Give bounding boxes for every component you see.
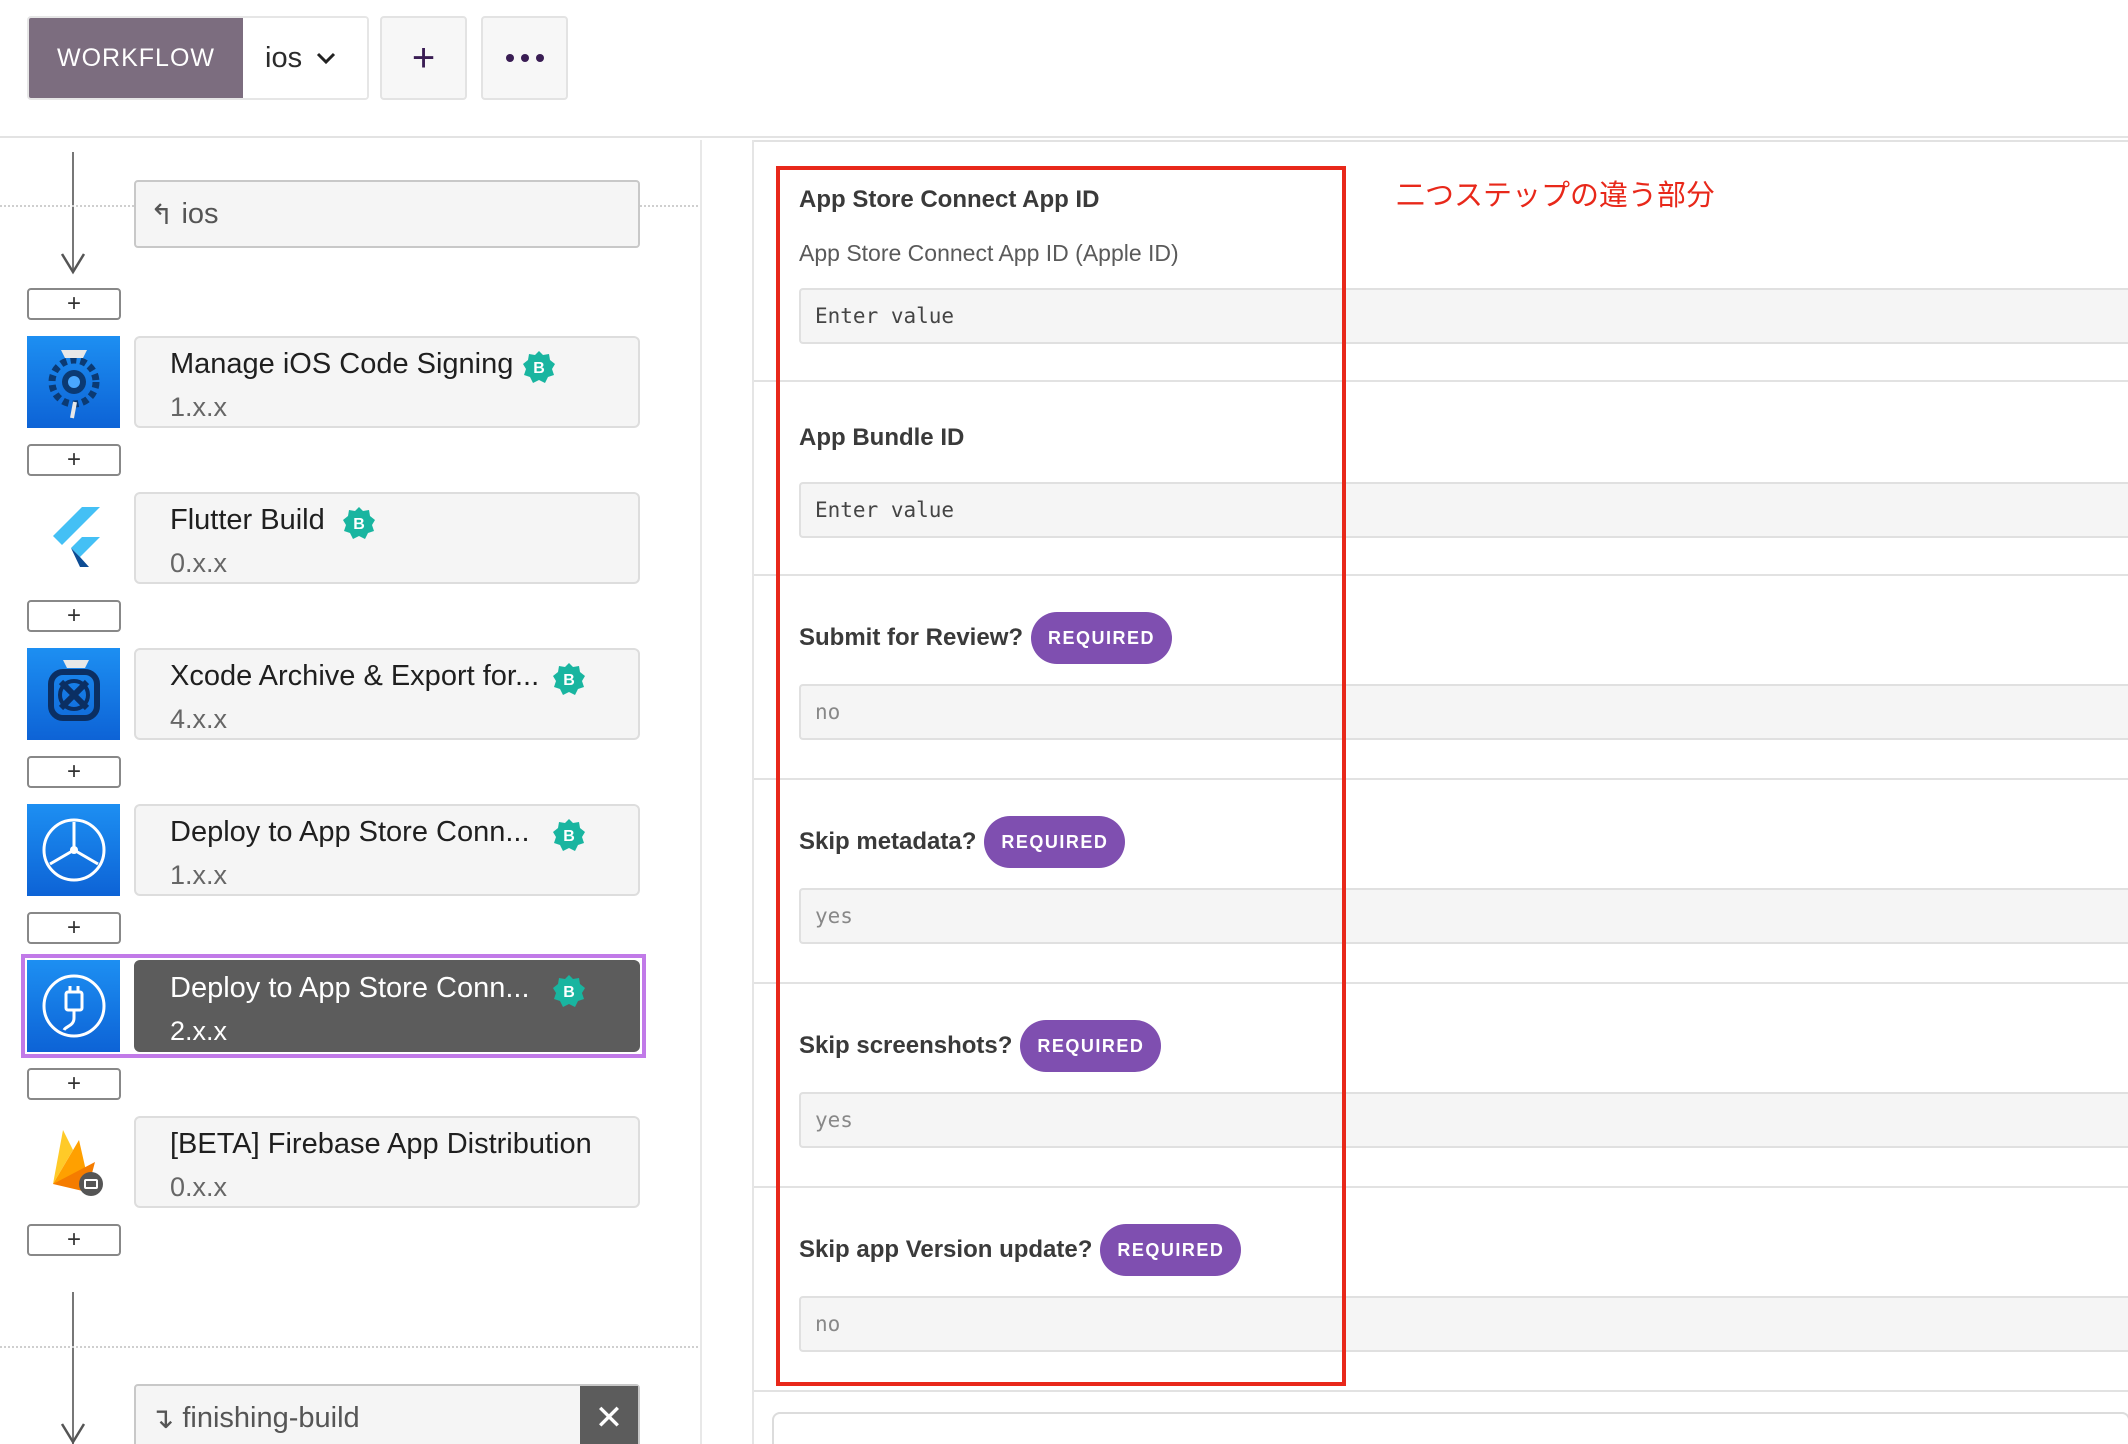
workflow-dropdown-value: ios: [265, 41, 303, 74]
after-workflow-label: ↴ finishing-build: [136, 1401, 580, 1436]
arrow-down-icon: [60, 1423, 86, 1444]
turn-arrow-icon: ↴: [150, 1402, 175, 1435]
annotation-highlight-box: [776, 166, 1346, 1386]
add-workflow-button[interactable]: +: [380, 16, 467, 100]
badge-letter: B: [353, 516, 365, 533]
workflow-dropdown[interactable]: ios: [243, 18, 367, 98]
step-version: 0.x.x: [170, 548, 228, 578]
toolbar: WORKFLOW ios +: [0, 0, 2128, 138]
workflow-step[interactable]: Manage iOS Code Signing B 1.x.x: [27, 336, 640, 428]
more-options-button[interactable]: [481, 16, 568, 100]
arrow-down-icon: [60, 253, 86, 275]
bitrise-verified-icon: B: [553, 663, 585, 695]
step-version: 0.x.x: [170, 1172, 228, 1202]
workflow-label: WORKFLOW: [29, 18, 243, 98]
step-version: 4.x.x: [170, 704, 228, 734]
add-step-button[interactable]: +: [27, 912, 121, 944]
add-step-button[interactable]: +: [27, 1224, 121, 1256]
before-workflow-item[interactable]: ↰ ios: [134, 180, 640, 248]
step-card[interactable]: Deploy to App Store Conn... B 2.x.x: [134, 960, 640, 1052]
step-title: Manage iOS Code Signing: [170, 348, 514, 380]
workflow-step-selected[interactable]: Deploy to App Store Conn... B 2.x.x: [21, 954, 646, 1058]
chevron-down-icon: [317, 52, 336, 65]
step-card[interactable]: Flutter Build B 0.x.x: [134, 492, 640, 584]
workflow-step[interactable]: Flutter Build B 0.x.x: [27, 492, 640, 584]
step-title: Deploy to App Store Conn...: [170, 816, 530, 848]
section-divider: [754, 1390, 2128, 1392]
bitrise-verified-icon: B: [553, 819, 585, 851]
step-title: Flutter Build: [170, 504, 325, 536]
firebase-icon: [27, 1116, 120, 1208]
section-divider: [754, 140, 2128, 142]
app-store-plug-icon: [27, 960, 120, 1052]
annotation-text: 二つステップの違う部分: [1396, 180, 1716, 212]
bitrise-verified-icon: B: [553, 975, 585, 1007]
add-step-button[interactable]: +: [27, 600, 121, 632]
before-workflow-name: ios: [181, 197, 219, 230]
bitrise-verified-icon: B: [523, 351, 555, 383]
return-arrow-icon: ↰: [150, 198, 174, 230]
plus-icon: +: [411, 35, 436, 80]
workflow-editor-pane: ↰ ios + + + + + + + Manage iOS Code Sign…: [0, 140, 702, 1444]
add-step-button[interactable]: +: [27, 444, 121, 476]
code-signing-icon: [27, 336, 120, 428]
add-step-button[interactable]: +: [27, 756, 121, 788]
badge-letter: B: [563, 984, 575, 1001]
step-version: 2.x.x: [170, 1016, 228, 1046]
after-workflow-name: finishing-build: [182, 1401, 360, 1434]
after-workflow-item[interactable]: ↴ finishing-build ✕: [134, 1384, 640, 1444]
xcode-icon: [27, 648, 120, 740]
add-step-button[interactable]: +: [27, 1068, 121, 1100]
step-card[interactable]: Manage iOS Code Signing B 1.x.x: [134, 336, 640, 428]
more-dots-icon: [505, 54, 544, 62]
divider: [0, 1346, 700, 1348]
app-store-icon: [27, 804, 120, 896]
badge-letter: B: [563, 672, 575, 689]
step-version: 1.x.x: [170, 392, 228, 422]
step-card[interactable]: [BETA] Firebase App Distribution 0.x.x: [134, 1116, 640, 1208]
collapsed-section[interactable]: [772, 1412, 2128, 1444]
flutter-icon: [27, 492, 120, 584]
badge-letter: B: [563, 828, 575, 845]
step-title: Xcode Archive & Export for...: [170, 660, 540, 692]
step-title: Deploy to App Store Conn...: [170, 972, 530, 1004]
step-title: [BETA] Firebase App Distribution: [170, 1128, 592, 1160]
remove-workflow-button[interactable]: ✕: [580, 1386, 638, 1444]
workflow-step[interactable]: Xcode Archive & Export for... B 4.x.x: [27, 648, 640, 740]
workflow-step[interactable]: Deploy to App Store Conn... B 1.x.x: [27, 804, 640, 896]
step-version: 1.x.x: [170, 860, 228, 890]
badge-letter: B: [533, 360, 545, 377]
workflow-step[interactable]: [BETA] Firebase App Distribution 0.x.x: [27, 1116, 640, 1208]
workflow-selector-group: WORKFLOW ios: [27, 16, 369, 100]
step-card[interactable]: Deploy to App Store Conn... B 1.x.x: [134, 804, 640, 896]
step-card[interactable]: Xcode Archive & Export for... B 4.x.x: [134, 648, 640, 740]
add-step-button[interactable]: +: [27, 288, 121, 320]
bitrise-verified-icon: B: [343, 507, 375, 539]
